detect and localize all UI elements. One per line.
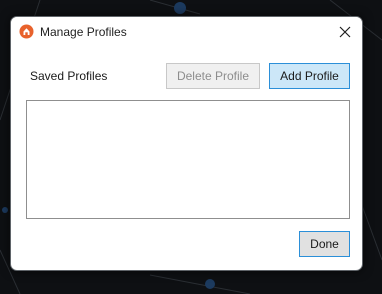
app-logo-icon xyxy=(19,24,34,39)
delete-profile-button[interactable]: Delete Profile xyxy=(166,63,260,89)
close-icon xyxy=(339,26,351,38)
add-profile-button[interactable]: Add Profile xyxy=(269,63,350,89)
manage-profiles-dialog: Manage Profiles Saved Profiles Delete Pr… xyxy=(10,16,363,271)
saved-profiles-label: Saved Profiles xyxy=(30,69,108,83)
close-button[interactable] xyxy=(328,17,362,47)
saved-profiles-list[interactable] xyxy=(26,100,350,219)
window-title: Manage Profiles xyxy=(40,25,127,39)
title-bar: Manage Profiles xyxy=(11,17,362,47)
done-button[interactable]: Done xyxy=(299,231,350,257)
